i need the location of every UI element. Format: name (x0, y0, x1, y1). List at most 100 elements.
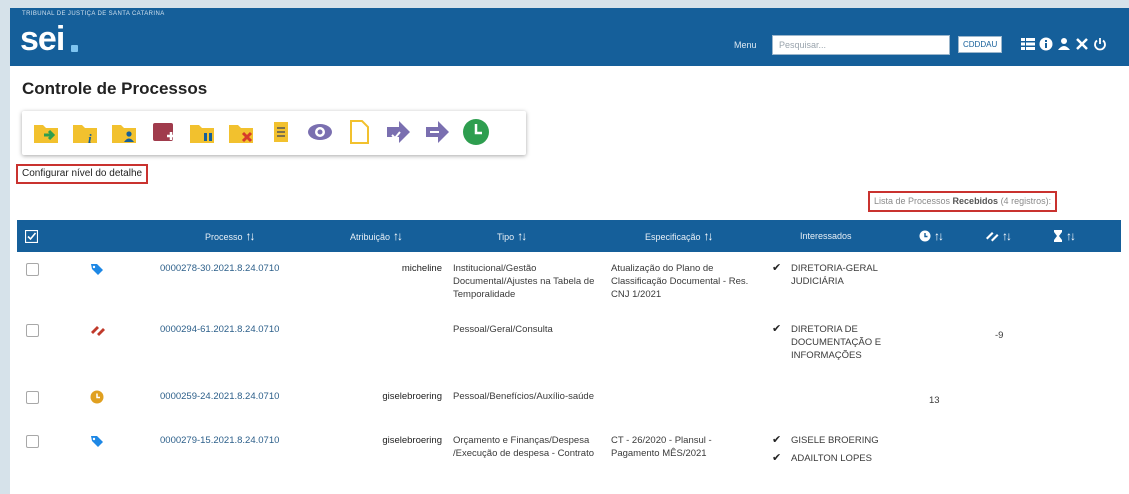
user-icon[interactable] (1057, 37, 1071, 51)
return-icon[interactable] (422, 117, 452, 147)
table-row[interactable]: 0000279-15.2021.8.24.0710 giselebroering O… (17, 432, 1121, 494)
power-icon[interactable] (1093, 37, 1107, 51)
table-row[interactable]: 0000259-24.2021.8.24.0710 giselebroering P… (17, 388, 1121, 428)
search-placeholder: Pesquisar... (779, 40, 827, 50)
assignee-link[interactable]: micheline (342, 262, 442, 275)
interessado-name: DIRETORIA-GERAL JUDICIÁRIA (791, 263, 878, 287)
grid-icon[interactable] (1021, 37, 1035, 51)
hourglass-icon (1054, 230, 1062, 242)
caption-prefix: Lista de Processos (874, 196, 953, 206)
list-caption: Lista de Processos Recebidos (4 registro… (868, 191, 1058, 212)
select-all-icon[interactable] (25, 230, 38, 243)
check-icon: ✔ (772, 262, 782, 274)
table-row[interactable]: 0000278-30.2021.8.24.0710 micheline Instit… (17, 260, 1121, 316)
tools-icon[interactable] (1075, 37, 1089, 51)
deadline-icon[interactable] (90, 390, 104, 409)
search-icon[interactable] (934, 37, 948, 51)
caption-bold: Recebidos (952, 196, 999, 206)
search-input[interactable]: Pesquisar... (772, 35, 950, 55)
assignee-link[interactable]: giselebroering (342, 434, 442, 447)
info-icon[interactable] (1039, 37, 1053, 51)
process-number-link[interactable]: 0000279-15.2021.8.24.0710 (160, 434, 335, 447)
header-atribuicao[interactable]: Atribuição ↑↓ (350, 220, 403, 252)
sort-icon[interactable]: ↑↓ (1066, 229, 1076, 243)
interessado-item: ✔ DIRETORIA DE DOCUMENTAÇÃO E INFORMAÇÕES (772, 323, 907, 362)
sei-logo[interactable]: sei (20, 19, 65, 59)
tag-icon[interactable] (90, 434, 104, 453)
process-type: Institucional/Gestão Documental/Ajustes … (453, 263, 595, 300)
header-especificacao-label: Especificação (645, 232, 701, 242)
process-number-link[interactable]: 0000294-61.2021.8.24.0710 (160, 323, 335, 336)
top-bar: TRIBUNAL DE JUSTIÇA DE SANTA CATARINA se… (10, 8, 1129, 66)
sort-icon[interactable]: ↑↓ (246, 229, 256, 243)
send-process-icon[interactable] (32, 117, 62, 147)
table-row[interactable]: 0000294-61.2021.8.24.0710 Pessoal/Geral/C… (17, 321, 1121, 379)
interessados-list: ✔ GISELE BROERING ✔ ADAILTON LOPES (772, 434, 907, 470)
transfer-icon[interactable] (90, 323, 106, 342)
interessado-item: ✔ DIRETORIA-GERAL JUDICIÁRIA (772, 262, 907, 288)
suspend-icon[interactable] (188, 117, 218, 147)
interessados-list: ✔ DIRETORIA-GERAL JUDICIÁRIA (772, 262, 907, 293)
process-type: Pessoal/Geral/Consulta (453, 324, 553, 335)
interessado-item: ✔ ADAILTON LOPES (772, 452, 907, 465)
deadline-value: 13 (929, 395, 940, 406)
process-specification: Atualização do Plano de Classificação Do… (611, 263, 749, 300)
tag-icon[interactable] (90, 262, 104, 281)
org-name: TRIBUNAL DE JUSTIÇA DE SANTA CATARINA (22, 11, 165, 17)
interessados-list: ✔ DIRETORIA DE DOCUMENTAÇÃO E INFORMAÇÕES (772, 323, 907, 367)
process-number-link[interactable]: 0000278-30.2021.8.24.0710 (160, 262, 335, 275)
interessado-name: ADAILTON LOPES (791, 453, 872, 464)
assign-icon[interactable] (110, 117, 140, 147)
caption-count: (4 registros): (998, 196, 1052, 206)
close-icon[interactable] (227, 117, 257, 147)
header-especificacao[interactable]: Especificação ↑↓ (645, 220, 714, 252)
check-icon: ✔ (772, 323, 782, 335)
sort-icon[interactable]: ↑↓ (1002, 229, 1012, 243)
header-hourglass[interactable]: ↑↓ (1053, 220, 1076, 252)
forward-icon[interactable] (383, 117, 413, 147)
row-checkbox[interactable] (26, 435, 39, 448)
header-tipo-label: Tipo (497, 232, 515, 242)
view-icon[interactable] (305, 117, 335, 147)
app-frame: TRIBUNAL DE JUSTIÇA DE SANTA CATARINA se… (10, 8, 1129, 494)
menu-label[interactable]: Menu (734, 40, 757, 50)
process-type: Pessoal/Benefícios/Auxílio-saúde (453, 391, 594, 402)
header-transfer[interactable]: ↑↓ (985, 220, 1012, 252)
interessado-item: ✔ GISELE BROERING (772, 434, 907, 447)
process-number-link[interactable]: 0000259-24.2021.8.24.0710 (160, 390, 335, 403)
check-icon: ✔ (772, 452, 782, 464)
header-tipo[interactable]: Tipo ↑↓ (497, 220, 527, 252)
unit-selector[interactable]: CDDDAU (958, 36, 1003, 53)
logo-dot (71, 45, 78, 52)
row-checkbox[interactable] (26, 391, 39, 404)
document-icon[interactable] (344, 117, 374, 147)
row-checkbox[interactable] (26, 324, 39, 337)
transfer-icon (986, 232, 999, 242)
clock-icon[interactable] (461, 117, 491, 147)
annotation-icon[interactable] (266, 117, 296, 147)
sort-icon[interactable]: ↑↓ (934, 229, 944, 243)
interessado-name: GISELE BROERING (791, 435, 879, 446)
transfer-value: -9 (995, 330, 1004, 341)
check-icon: ✔ (772, 434, 782, 446)
row-checkbox[interactable] (26, 263, 39, 276)
sort-icon[interactable]: ↑↓ (393, 229, 403, 243)
assignee-link[interactable]: giselebroering (342, 390, 442, 403)
new-icon[interactable] (149, 117, 179, 147)
header-interessados: Interessados (800, 231, 852, 241)
page-title: Controle de Processos (22, 79, 208, 98)
action-toolbar: i (22, 111, 526, 155)
svg-text:i: i (88, 131, 92, 146)
table-header: Processo ↑↓ Atribuição ↑↓ Tipo ↑↓ Especific… (17, 220, 1121, 252)
header-processo[interactable]: Processo ↑↓ (205, 220, 256, 252)
clock-icon (919, 230, 931, 242)
sort-icon[interactable]: ↑↓ (704, 229, 714, 243)
configure-detail-link[interactable]: Configurar nível do detalhe (16, 164, 149, 184)
note-icon[interactable]: i (71, 117, 101, 147)
header-deadline[interactable]: ↑↓ (919, 220, 944, 252)
interessado-name: DIRETORIA DE DOCUMENTAÇÃO E INFORMAÇÕES (791, 324, 882, 361)
process-type: Orçamento e Finanças/Despesa /Execução d… (453, 435, 595, 459)
process-specification: CT - 26/2020 - Plansul - Pagamento MÊS/2… (611, 435, 712, 459)
sort-icon[interactable]: ↑↓ (517, 229, 527, 243)
header-atribuicao-label: Atribuição (350, 232, 391, 242)
